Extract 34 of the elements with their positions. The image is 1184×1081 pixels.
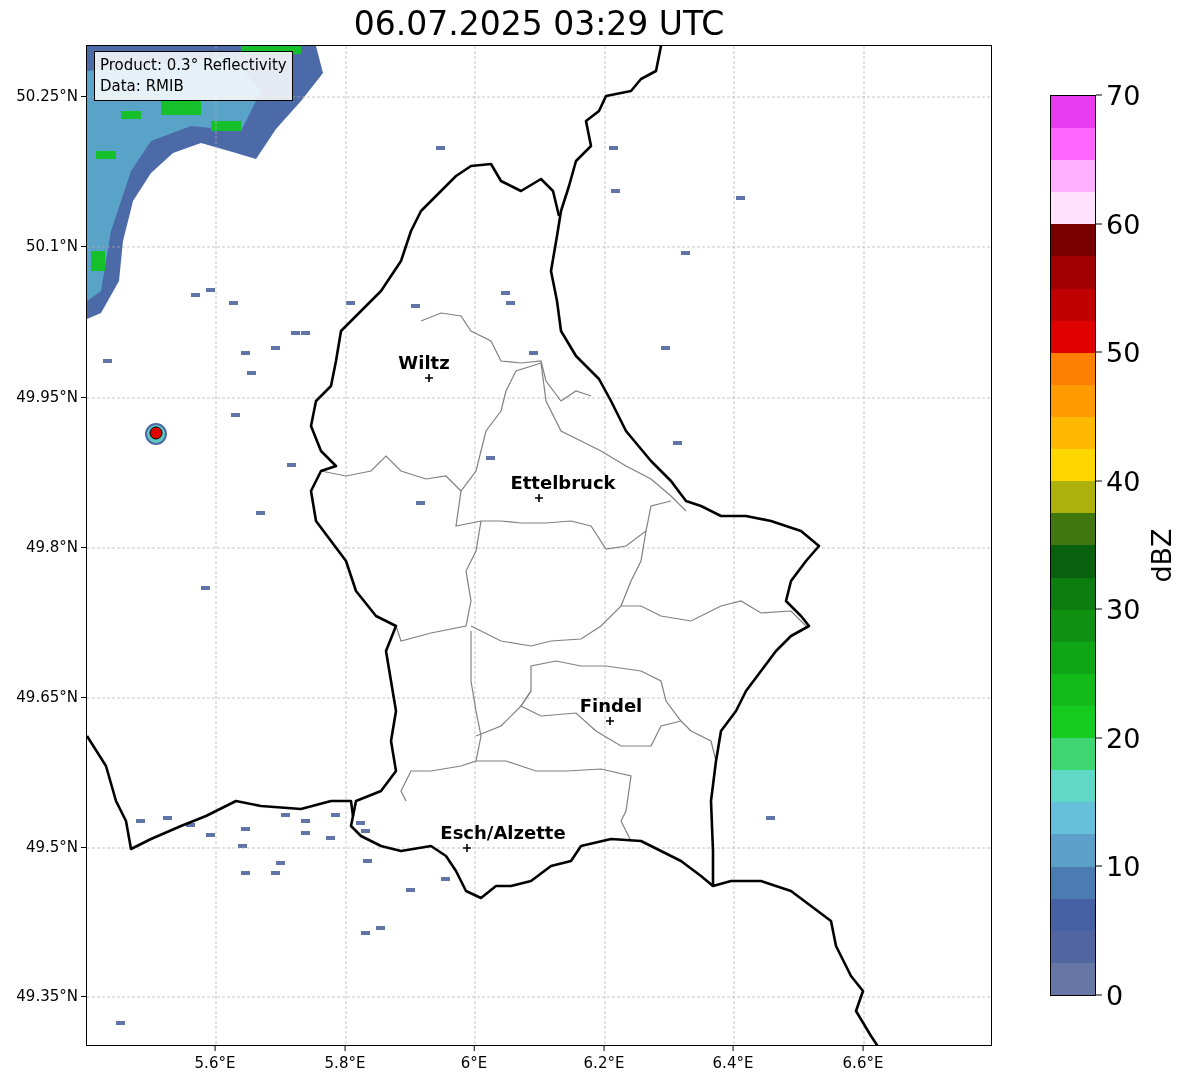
city-label: Findel [579,694,643,716]
info-text: Data: RMIB [100,76,185,97]
axis-tick-label: 49.5°N [25,838,78,856]
axis-tick-label: 6.2°E [583,1054,625,1072]
colorbar-tick-label: 60 [1106,210,1141,238]
colorbar-tick-label: 20 [1106,724,1141,752]
city-label: Esch/Alzette [440,821,566,843]
info-text: Product: 0.3° Reflectivity [100,55,287,76]
colorbar-tick-label: 50 [1106,338,1141,366]
city-marker-icon [606,717,614,725]
axis-tick-label: 49.35°N [16,987,78,1005]
colorbar-tick-label: 10 [1106,852,1141,880]
colorbar-tick-label: 40 [1106,467,1141,495]
axis-tick-label: 6°E [460,1054,488,1072]
axis-tick-label: 49.8°N [25,538,78,556]
axis-tick-label: 49.65°N [16,688,78,706]
radar-site-icon [145,423,167,445]
axis-tick-label: 50.25°N [16,87,78,105]
colorbar-tick-label: 30 [1106,595,1141,623]
city-label: Ettelbruck [510,471,616,493]
axis-tick-label: 50.1°N [25,237,78,255]
city-label: Wiltz [398,351,450,373]
colorbar-tick-label: 70 [1106,81,1141,109]
city-marker-icon [463,844,471,852]
city-marker-icon [425,374,433,382]
chart-title: 06.07.2025 03:29 UTC [352,4,726,44]
axis-tick-label: 6.4°E [712,1054,754,1072]
colorbar-tick-label: 0 [1106,981,1124,1009]
city-marker-icon [535,494,543,502]
axis-tick-label: 5.6°E [194,1054,236,1072]
colorbar-label: dBZ [1145,527,1177,583]
axis-tick-label: 6.6°E [842,1054,884,1072]
axis-tick-label: 49.95°N [16,388,78,406]
axis-tick-label: 5.8°E [324,1054,366,1072]
